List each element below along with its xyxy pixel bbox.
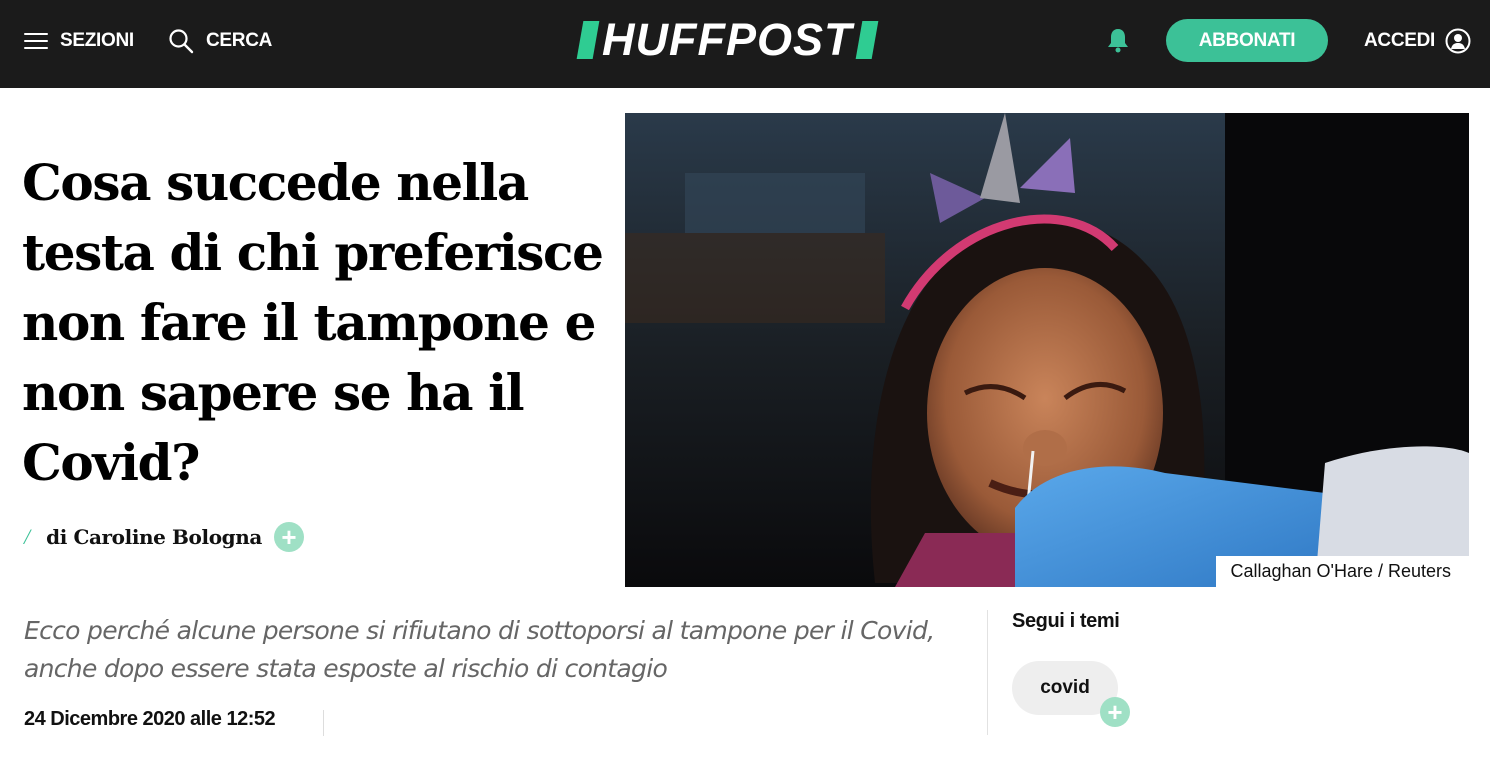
huffpost-logo[interactable]: HUFFPOST (576, 14, 912, 65)
article-headline: Cosa succede nella testa di chi preferis… (22, 153, 604, 492)
article-subhead: Ecco perché alcune persone si rifiutano … (24, 616, 935, 683)
article-photo: Callaghan O'Hare / Reuters (625, 113, 1469, 587)
topics-divider (987, 610, 988, 735)
login-label: ACCEDI (1364, 30, 1436, 51)
byline: / di Caroline Bologna + (24, 522, 304, 552)
topics-title: Segui i temi (1012, 610, 1120, 632)
login-button[interactable]: ACCEDI (1364, 0, 1471, 82)
sections-menu-button[interactable]: SEZIONI (24, 0, 134, 82)
top-navigation-bar: SEZIONI CERCA HUFFPOST ABBONATI ACCEDI (0, 0, 1490, 88)
sections-label: SEZIONI (60, 30, 134, 51)
hamburger-icon (24, 33, 48, 49)
follow-author-button[interactable]: + (273, 522, 304, 552)
date-divider (323, 710, 324, 736)
publish-date: 24 Dicembre 2020 alle 12:52 (24, 708, 276, 730)
bell-icon[interactable] (1104, 26, 1132, 54)
logo-right-bar (855, 21, 878, 59)
logo-text: HUFFPOST (602, 14, 853, 65)
subscribe-button[interactable]: ABBONATI (1166, 19, 1328, 62)
follow-topic-button[interactable]: + (1100, 697, 1130, 727)
byline-slash: / (24, 524, 31, 549)
author-name[interactable]: di Caroline Bologna (46, 525, 262, 549)
photo-illustration (625, 113, 1469, 587)
plus-icon: + (1107, 697, 1123, 727)
search-button[interactable]: CERCA (168, 0, 272, 82)
plus-icon: + (281, 522, 297, 552)
search-label: CERCA (206, 30, 273, 51)
user-icon (1445, 28, 1471, 54)
search-icon (169, 29, 194, 54)
photo-credit: Callaghan O'Hare / Reuters (1216, 556, 1469, 587)
